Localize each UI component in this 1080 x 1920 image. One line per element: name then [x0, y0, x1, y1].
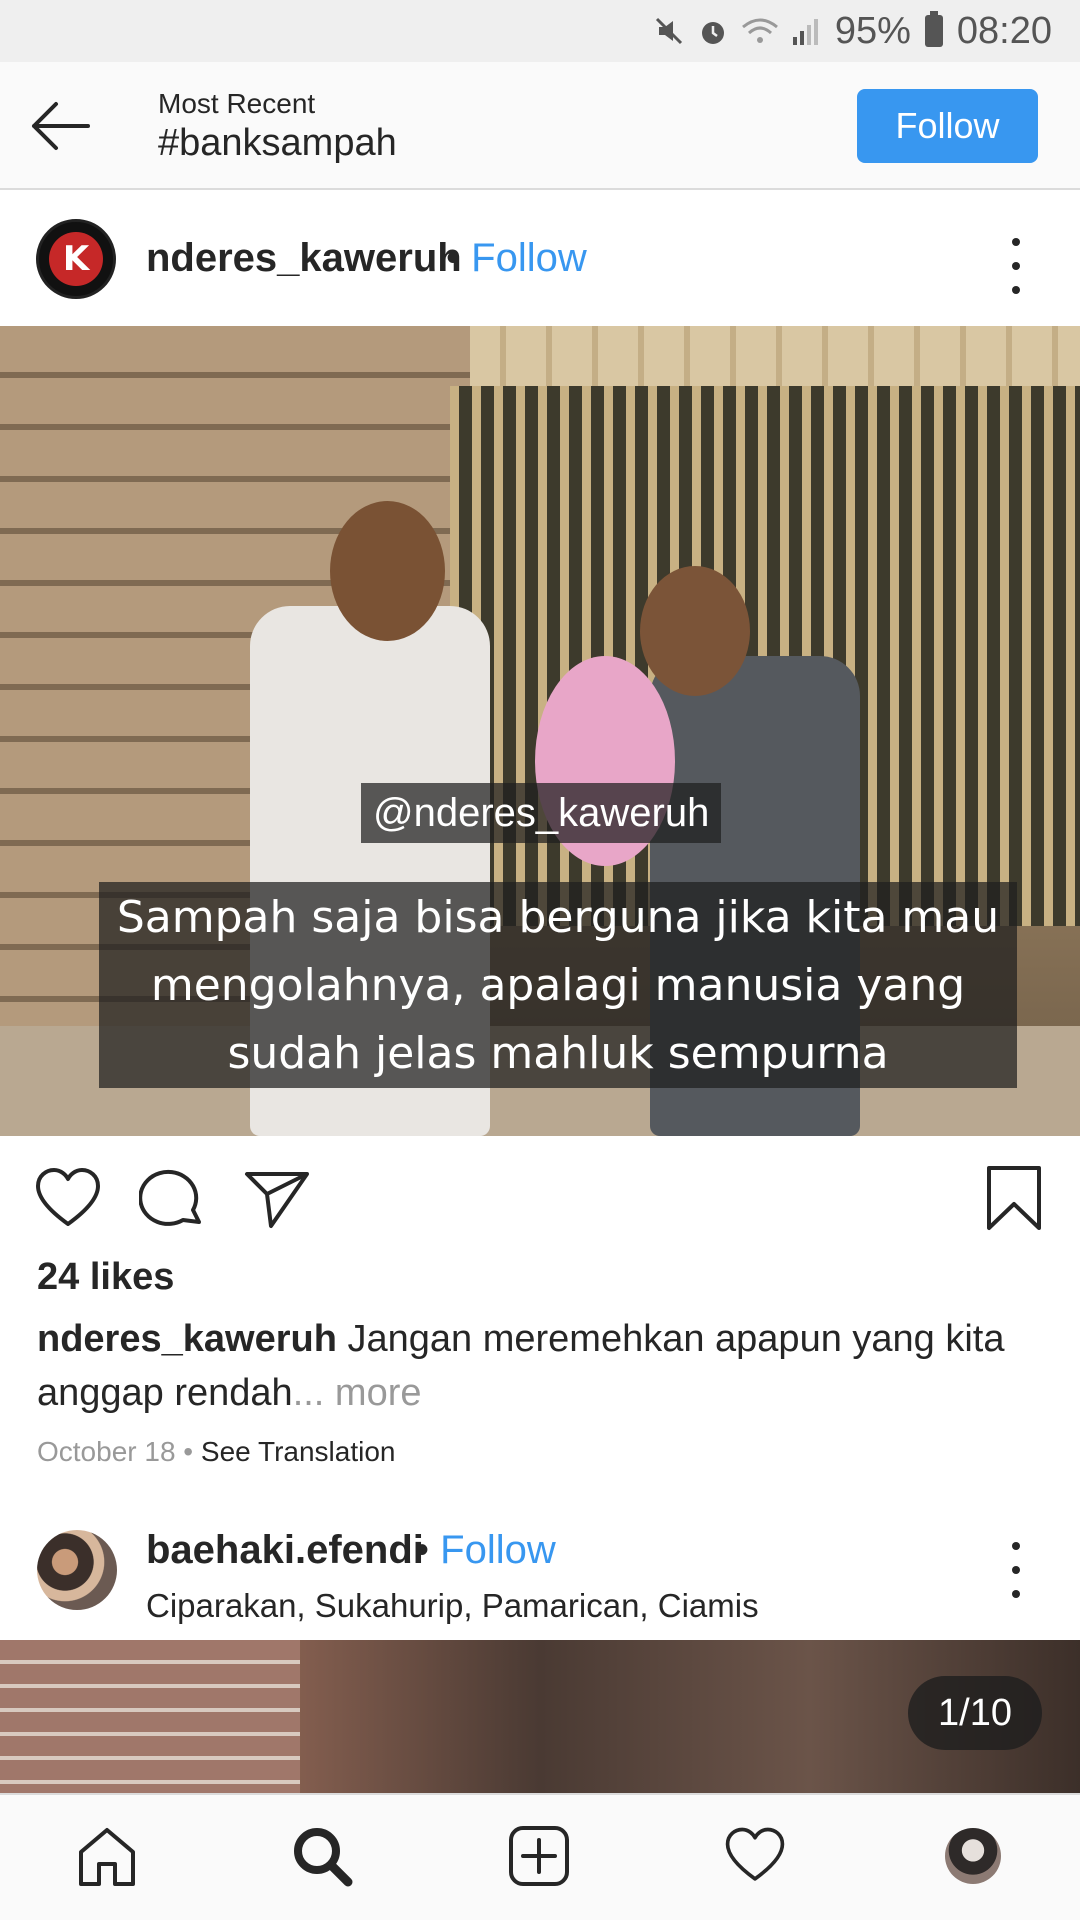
post-actions — [0, 1136, 1080, 1256]
post-image[interactable]: @nderes_kaweruh Sampah saja bisa berguna… — [0, 326, 1080, 1136]
post-caption: nderes_kaweruh Jangan meremehkan apapun … — [37, 1312, 1047, 1420]
status-time: 08:20 — [956, 9, 1052, 52]
send-icon — [245, 1172, 309, 1228]
post-date: October 18 — [37, 1436, 176, 1467]
battery-percent: 95% — [834, 9, 911, 52]
share-button[interactable] — [243, 1164, 313, 1234]
post-username[interactable]: nderes_kaweruh — [146, 236, 462, 281]
caption-username[interactable]: nderes_kaweruh — [37, 1318, 337, 1360]
follow-link-label: Follow — [440, 1528, 556, 1572]
post-follow-link[interactable]: • Follow — [446, 236, 587, 281]
avatar[interactable]: K — [36, 219, 116, 299]
wifi-icon — [741, 18, 778, 43]
see-translation-link[interactable]: See Translation — [201, 1436, 396, 1467]
photo-person-head — [640, 566, 750, 696]
more-options-icon[interactable] — [1006, 1542, 1026, 1598]
hashtag-header: Most Recent #banksampah Follow — [0, 62, 1080, 190]
more-options-icon[interactable] — [1006, 238, 1026, 294]
comment-icon — [138, 1169, 201, 1226]
nav-home[interactable] — [72, 1821, 142, 1891]
carousel-counter: 1/10 — [908, 1676, 1042, 1750]
follow-link-label: Follow — [471, 236, 587, 280]
back-button[interactable] — [26, 96, 96, 156]
activity-heart-icon — [725, 1827, 785, 1881]
status-bar: 95% 08:20 — [0, 0, 1080, 62]
photo-brick-wall — [0, 1640, 300, 1793]
profile-avatar — [945, 1828, 1001, 1884]
save-button[interactable] — [979, 1164, 1049, 1234]
back-arrow-icon — [32, 102, 90, 150]
signal-icon — [792, 19, 818, 45]
alarm-icon — [701, 22, 724, 44]
post-username[interactable]: baehaki.efendi — [146, 1528, 424, 1573]
bookmark-icon — [987, 1166, 1041, 1230]
photo-person-head — [330, 501, 445, 641]
post-location[interactable]: Ciparakan, Sukahurip, Pamarican, Ciamis — [146, 1587, 759, 1625]
add-post-icon — [509, 1826, 569, 1886]
status-icons — [653, 15, 821, 47]
nav-add-post[interactable] — [504, 1821, 574, 1891]
page-title: #banksampah — [158, 122, 397, 164]
nav-activity[interactable] — [720, 1821, 790, 1891]
post-meta: October 18 • See Translation — [37, 1436, 395, 1468]
bottom-nav — [0, 1793, 1080, 1920]
battery-icon — [924, 11, 943, 47]
nav-profile[interactable] — [938, 1821, 1008, 1891]
follow-hashtag-button[interactable]: Follow — [857, 89, 1038, 163]
post-header: K nderes_kaweruh • Follow — [0, 192, 1080, 326]
mute-icon — [655, 17, 682, 45]
separator-dot: • — [415, 1528, 430, 1572]
search-icon — [294, 1828, 353, 1887]
header-subtitle: Most Recent — [158, 88, 316, 119]
home-icon — [79, 1828, 135, 1886]
image-overlay-caption: Sampah saja bisa berguna jika kita mau m… — [99, 882, 1017, 1088]
meta-separator: • — [175, 1436, 201, 1467]
avatar[interactable] — [37, 1530, 117, 1610]
logo-icon: K — [49, 232, 103, 286]
separator-dot: • — [446, 236, 461, 280]
post-follow-link[interactable]: • Follow — [415, 1528, 556, 1573]
image-overlay-handle: @nderes_kaweruh — [361, 783, 722, 843]
caption-more-link[interactable]: ... more — [293, 1372, 422, 1414]
heart-icon — [36, 1168, 100, 1226]
comment-button[interactable] — [138, 1164, 209, 1234]
likes-count[interactable]: 24 likes — [37, 1256, 174, 1299]
nav-search[interactable] — [287, 1821, 357, 1891]
like-button[interactable] — [33, 1164, 103, 1234]
